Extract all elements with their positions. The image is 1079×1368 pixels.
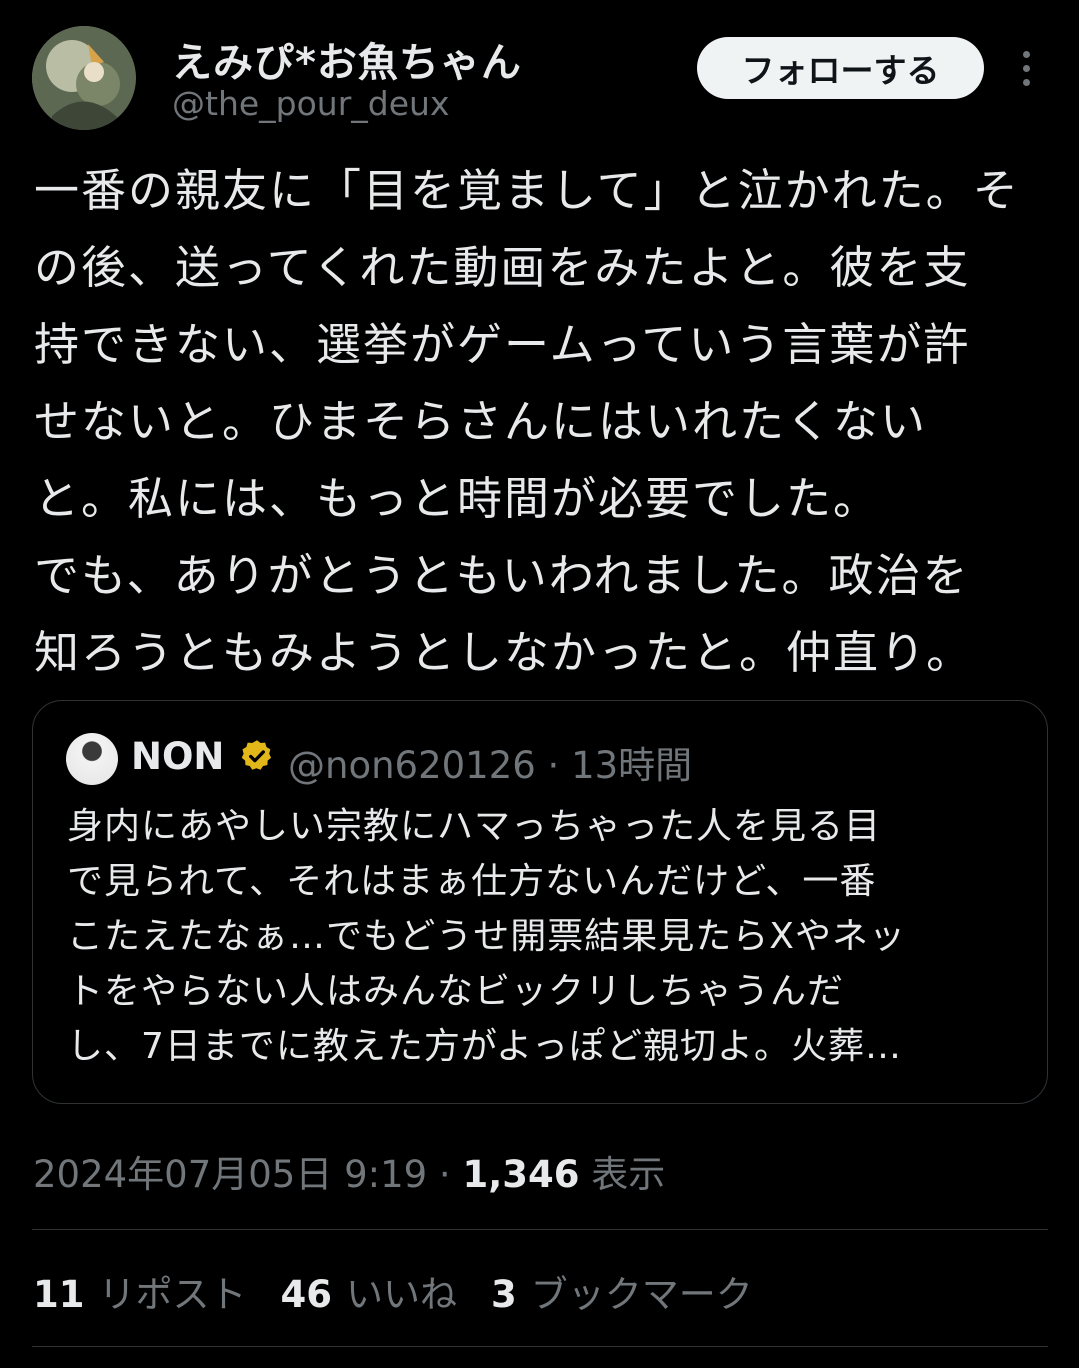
divider xyxy=(32,1346,1048,1347)
divider xyxy=(32,1229,1048,1230)
author-handle[interactable]: @the_pour_deux xyxy=(172,84,449,123)
bookmarks-count: 3 xyxy=(491,1273,517,1316)
quote-line: こたえたなぁ…でもどうせ開票結果見たらXやネッ xyxy=(67,916,906,957)
bookmarks-stat[interactable]: 3 ブックマーク xyxy=(491,1264,753,1318)
tweet-meta: 2024年07月05日 9:19 · 1,346 表示 xyxy=(33,1144,665,1198)
view-label: 表示 xyxy=(591,1153,666,1196)
quote-avatar xyxy=(66,733,118,785)
tweet-detail: えみぴ*お魚ちゃん @the_pour_deux フォローする 一番の親友に「目… xyxy=(0,0,1079,1368)
tweet-line: 一番の親友に「目を覚まして」と泣かれた。そ xyxy=(34,164,1020,217)
quote-line: 身内にあやしい宗教にハマっちゃった人を見る目 xyxy=(67,806,882,847)
likes-stat[interactable]: 46 いいね xyxy=(281,1264,458,1318)
tweet-line: 知ろうともみようとしなかったと。仲直り。 xyxy=(34,626,974,679)
quoted-tweet[interactable]: NON @non620126 · 13時間 身内にあやしい宗教にハマっちゃった人… xyxy=(32,700,1048,1104)
tweet-line: 持できない、選挙がゲームっていう言葉が許 xyxy=(34,318,971,371)
reposts-count: 11 xyxy=(33,1273,85,1316)
quote-text: 身内にあやしい宗教にハマっちゃった人を見る目 で見られて、それはまぁ仕方ないんだ… xyxy=(67,799,1027,1074)
engagement-stats: 11 リポスト 46 いいね 3 ブックマーク xyxy=(33,1264,753,1318)
tweet-line: せないと。ひまそらさんにはいれたくない xyxy=(34,395,928,448)
avatar-illustration xyxy=(32,26,136,130)
tweet-line: の後、送ってくれた動画をみたよと。彼を支 xyxy=(34,241,971,294)
quote-line: トをやらない人はみんなビックリしちゃうんだ xyxy=(67,971,845,1012)
author-name[interactable]: えみぴ*お魚ちゃん xyxy=(172,30,522,88)
more-vertical-icon[interactable] xyxy=(1006,44,1046,92)
reposts-stat[interactable]: 11 リポスト xyxy=(33,1264,247,1318)
view-count: 1,346 xyxy=(462,1153,580,1196)
tweet-line: と。私には、もっと時間が必要でした。 xyxy=(34,472,881,525)
verified-badge-icon xyxy=(241,740,272,770)
likes-count: 46 xyxy=(280,1273,333,1316)
tweet-line: でも、ありがとうともいわれました。政治を xyxy=(34,549,970,602)
quote-handle-time: @non620126 · 13時間 xyxy=(288,744,693,787)
tweet-datetime[interactable]: 2024年07月05日 9:19 · xyxy=(33,1153,462,1196)
likes-label: いいね xyxy=(346,1273,457,1316)
reposts-label: リポスト xyxy=(98,1273,247,1316)
quote-line: し、7日までに教えた方がよっぽど親切よ。火葬… xyxy=(67,1026,903,1067)
quote-author-name: NON xyxy=(131,735,225,778)
quote-line: で見られて、それはまぁ仕方ないんだけど、一番 xyxy=(67,861,877,902)
author-avatar[interactable] xyxy=(32,26,136,130)
bookmarks-label: ブックマーク xyxy=(530,1273,753,1316)
follow-button[interactable]: フォローする xyxy=(697,37,984,99)
tweet-text: 一番の親友に「目を覚まして」と泣かれた。そ の後、送ってくれた動画をみたよと。彼… xyxy=(34,152,1044,691)
